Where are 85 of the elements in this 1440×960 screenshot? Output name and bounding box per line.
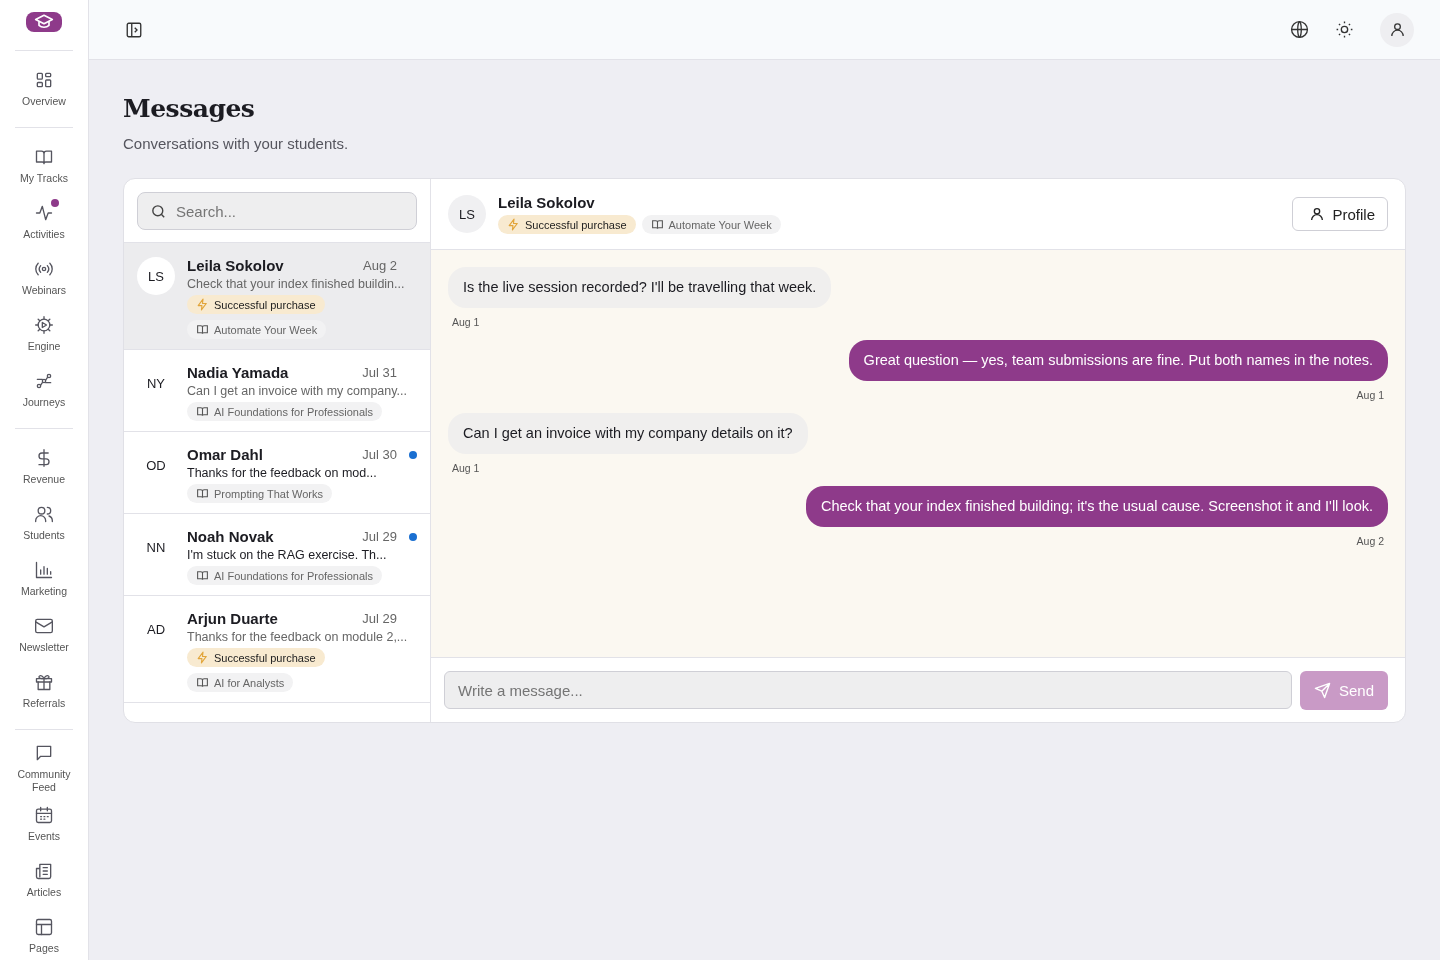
contact-name: Omar Dahl [187, 446, 264, 463]
nav-item[interactable]: Events [9, 796, 79, 852]
book-icon [196, 676, 209, 689]
message-time: Aug 1 [1355, 389, 1385, 401]
send-icon [1313, 681, 1331, 699]
message-preview: Check that your index finished buildin... [187, 277, 406, 291]
nav-item[interactable]: Referrals [9, 663, 79, 719]
course-tag: AI Foundations for Professionals [187, 566, 382, 585]
nav-item[interactable]: Overview [9, 61, 79, 117]
nav-item[interactable]: Marketing [9, 551, 79, 607]
page-title: Messages [123, 94, 256, 123]
account-button[interactable] [1380, 12, 1414, 47]
lightning-icon [507, 218, 520, 231]
message-preview: Thanks for the feedback on mod... [187, 466, 378, 480]
nav-item[interactable]: Community Feed [9, 740, 79, 796]
message-time: Aug 1 [451, 316, 481, 328]
message-bubble: Check that your index finished building; it's the usual cause. Screenshot it and I'll look. [805, 486, 1388, 527]
conversation-date: Aug 2 [363, 258, 397, 273]
avatar: LS [448, 195, 486, 233]
newspaper-icon [34, 861, 54, 882]
gift-icon [34, 672, 54, 693]
conversation-item[interactable]: AD Arjun Duarte Jul 29 Thanks for the feedback on module 2,... Successful purchase AI for Analysts [124, 596, 430, 703]
purchase-tag: Successful purchase [498, 215, 636, 234]
avatar: LS [137, 257, 175, 295]
nav-item[interactable]: Webinars [9, 250, 79, 306]
message-bubble: Can I get an invoice with my company details on it? [448, 413, 808, 454]
course-tag: AI for Analysts [187, 673, 294, 692]
message-time: Aug 1 [451, 462, 481, 474]
contact-name: Leila Sokolov [187, 257, 285, 274]
bar-chart-icon [34, 560, 54, 581]
contact-name: Nadia Yamada [187, 364, 290, 381]
conversation-date: Jul 29 [362, 611, 397, 626]
calendar-icon [34, 805, 54, 826]
message-time: Aug 2 [1355, 535, 1385, 547]
search-field[interactable]: Search... [137, 192, 417, 230]
purchase-tag: Successful purchase [187, 648, 325, 667]
book-icon [196, 405, 209, 418]
logo-icon[interactable] [26, 12, 62, 32]
lightning-icon [196, 298, 209, 311]
conversation-date: Jul 29 [362, 529, 397, 544]
search-icon [150, 203, 167, 220]
user-icon [1309, 206, 1326, 222]
nav-item[interactable]: Engine [9, 306, 79, 362]
conversation-date: Jul 30 [362, 447, 397, 462]
book-icon [650, 218, 664, 231]
nav-item[interactable]: Pages [9, 908, 79, 960]
nav-item[interactable]: Revenue [9, 439, 79, 495]
layout-icon [34, 917, 54, 938]
purchase-tag: Successful purchase [187, 295, 325, 314]
conversation-item[interactable]: OD Omar Dahl Jul 30 Thanks for the feedback on mod... Prompting That Works [124, 432, 430, 514]
book-icon [196, 569, 209, 582]
lightning-icon [196, 651, 209, 664]
nav-item[interactable]: My Tracks [9, 138, 79, 194]
message-bubble: Is the live session recorded? I'll be travelling that week. [448, 267, 832, 308]
nav-item[interactable]: Journeys [9, 362, 79, 418]
conversation-date: Jul 31 [362, 365, 397, 380]
globe-icon[interactable] [1290, 20, 1309, 39]
contact-name: Noah Novak [187, 528, 275, 545]
book-icon [196, 487, 209, 500]
message-preview: Can I get an invoice with my company... [187, 384, 408, 398]
nav-item[interactable]: Articles [9, 852, 79, 908]
message-bubble: Great question — yes, team submissions are fine. Put both names in the notes. [848, 340, 1388, 381]
course-tag: AI Foundations for Professionals [187, 402, 382, 421]
nav-item[interactable]: Newsletter [9, 607, 79, 663]
conversation-item[interactable]: LS Leila Sokolov Aug 2 Check that your index finished buildin... Successful purchase Automate Your Week [124, 243, 430, 350]
conversation-item[interactable]: NY Nadia Yamada Jul 31 Can I get an invoice with my company... AI Foundations for Professionals [124, 350, 430, 432]
users-icon [34, 504, 54, 525]
sidebar-toggle-icon[interactable] [125, 20, 143, 39]
nav-item[interactable]: Activities [9, 194, 79, 250]
sun-icon[interactable] [1335, 20, 1354, 39]
contact-name: Leila Sokolov [498, 194, 596, 211]
message-preview: I'm stuck on the RAG exercise. Th... [187, 548, 388, 562]
gear-icon [34, 315, 54, 336]
course-tag: Automate Your Week [641, 215, 781, 234]
book-icon [196, 323, 209, 336]
course-tag: Prompting That Works [187, 484, 333, 503]
page-subtitle: Conversations with your students. [123, 135, 350, 152]
profile-button[interactable]: Profile [1292, 197, 1388, 231]
message-preview: Thanks for the feedback on module 2,... [187, 630, 409, 644]
user-icon [1388, 21, 1406, 38]
conversation-item[interactable]: NN Noah Novak Jul 29 I'm stuck on the RAG exercise. Th... AI Foundations for Professionals [124, 514, 430, 596]
message-input[interactable]: Write a message... [444, 671, 1292, 709]
nav-item[interactable]: Students [9, 495, 79, 551]
contact-name: Arjun Duarte [187, 610, 279, 627]
course-tag: Automate Your Week [187, 320, 327, 339]
